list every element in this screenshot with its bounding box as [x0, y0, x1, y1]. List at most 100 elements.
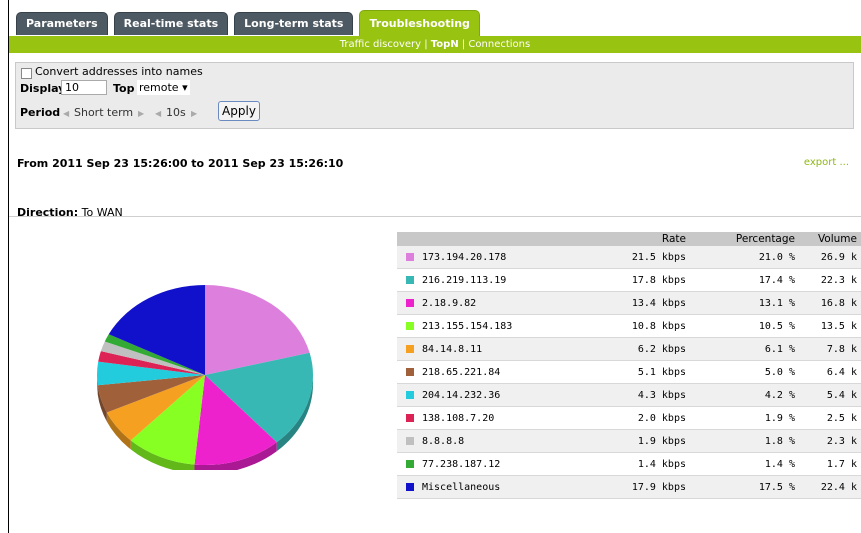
legend-swatch [406, 367, 414, 376]
row-address: 138.108.7.20 [422, 412, 495, 424]
top-label: Top [113, 82, 135, 95]
row-address-cell: Miscellaneous [397, 475, 591, 499]
table-row: Miscellaneous 17.9 kbps 17.5 % 22.4 k [397, 475, 861, 499]
row-address: 216.219.113.19 [422, 274, 507, 286]
table-row: 216.219.113.19 17.8 kbps 17.4 % 22.3 k [397, 268, 861, 292]
direction-label: Direction: [17, 206, 79, 219]
row-rate: 17.8 kbps [591, 268, 690, 292]
legend-swatch [406, 413, 414, 422]
subnav-separator: | [458, 39, 469, 50]
display-count-input[interactable]: 10 [61, 80, 107, 95]
row-pct: 4.2 % [690, 383, 799, 407]
col-header-address [397, 232, 591, 246]
convert-names-label: Convert addresses into names [35, 65, 203, 78]
row-rate: 13.4 kbps [591, 291, 690, 315]
row-address-cell: 77.238.187.12 [397, 452, 591, 476]
period-label: Period [20, 106, 61, 119]
row-pct: 10.5 % [690, 314, 799, 338]
row-address-cell: 204.14.232.36 [397, 383, 591, 407]
row-volume: 22.3 k [799, 268, 861, 292]
row-volume: 2.3 k [799, 429, 861, 453]
legend-swatch [406, 298, 414, 307]
row-pct: 21.0 % [690, 246, 799, 269]
subnav-bar: Traffic discovery | TopN | Connections [9, 36, 861, 53]
direction-info: Direction: To WAN [17, 206, 123, 219]
row-rate: 1.9 kbps [591, 429, 690, 453]
traffic-pie-chart [97, 285, 313, 470]
tab-parameters[interactable]: Parameters [16, 12, 108, 35]
row-volume: 26.9 k [799, 246, 861, 269]
row-address-cell: 2.18.9.82 [397, 291, 591, 315]
subnav-traffic-discovery[interactable]: Traffic discovery [340, 39, 421, 50]
row-rate: 5.1 kbps [591, 360, 690, 384]
row-address-cell: 138.108.7.20 [397, 406, 591, 430]
tab-troubleshooting[interactable]: Troubleshooting [359, 10, 480, 36]
row-pct: 17.5 % [690, 475, 799, 499]
period-value: Short term [74, 106, 134, 119]
row-rate: 17.9 kbps [591, 475, 690, 499]
export-link[interactable]: export ... [804, 157, 849, 168]
direction-value: To WAN [78, 206, 123, 219]
col-header-volume: Volume [799, 232, 861, 246]
row-address: 84.14.8.11 [422, 343, 483, 355]
row-rate: 1.4 kbps [591, 452, 690, 476]
tab-realtime-stats[interactable]: Real-time stats [113, 12, 229, 35]
row-rate: 4.3 kbps [591, 383, 690, 407]
legend-swatch [406, 321, 414, 330]
row-volume: 7.8 k [799, 337, 861, 361]
row-volume: 13.5 k [799, 314, 861, 338]
row-address-cell: 216.219.113.19 [397, 268, 591, 292]
convert-names-checkbox[interactable] [21, 68, 32, 79]
tab-longterm-stats[interactable]: Long-term stats [234, 12, 354, 35]
row-address: 204.14.232.36 [422, 389, 501, 401]
row-address: 8.8.8.8 [422, 435, 465, 447]
interval-prev-icon[interactable]: ◀ [155, 106, 161, 119]
table-row: 77.238.187.12 1.4 kbps 1.4 % 1.7 k [397, 452, 861, 476]
top-select[interactable]: remote ▾ [137, 80, 190, 95]
col-header-percentage: Percentage [690, 232, 799, 246]
table-row: 218.65.221.84 5.1 kbps 5.0 % 6.4 k [397, 360, 861, 384]
subnav-topn[interactable]: TopN [431, 39, 459, 50]
main-tabs: Parameters Real-time stats Long-term sta… [16, 10, 480, 36]
legend-swatch [406, 459, 414, 468]
subnav-connections[interactable]: Connections [468, 39, 530, 50]
row-address-cell: 173.194.20.178 [397, 246, 591, 269]
left-border [8, 0, 9, 533]
row-pct: 17.4 % [690, 268, 799, 292]
row-volume: 22.4 k [799, 475, 861, 499]
row-address: 213.155.154.183 [422, 320, 513, 332]
period-prev-icon[interactable]: ◀ [63, 106, 69, 119]
row-volume: 16.8 k [799, 291, 861, 315]
row-volume: 2.5 k [799, 406, 861, 430]
options-panel: Convert addresses into names Display 10 … [15, 62, 854, 129]
row-rate: 21.5 kbps [591, 246, 690, 269]
display-label: Display [20, 82, 66, 95]
row-rate: 10.8 kbps [591, 314, 690, 338]
row-address: 2.18.9.82 [422, 297, 477, 309]
legend-swatch [406, 436, 414, 445]
row-address-cell: 213.155.154.183 [397, 314, 591, 338]
row-volume: 5.4 k [799, 383, 861, 407]
topn-table: Rate Percentage Volume 173.194.20.178 21.… [397, 232, 861, 499]
col-header-rate: Rate [591, 232, 690, 246]
row-volume: 6.4 k [799, 360, 861, 384]
interval-next-icon[interactable]: ▶ [191, 106, 197, 119]
subnav-separator: | [421, 39, 431, 50]
table-row: 173.194.20.178 21.5 kbps 21.0 % 26.9 k [397, 246, 861, 269]
legend-swatch [406, 252, 414, 261]
table-row: 8.8.8.8 1.9 kbps 1.8 % 2.3 k [397, 429, 861, 453]
table-row: 138.108.7.20 2.0 kbps 1.9 % 2.5 k [397, 406, 861, 430]
row-address-cell: 218.65.221.84 [397, 360, 591, 384]
row-pct: 1.4 % [690, 452, 799, 476]
apply-button[interactable]: Apply [218, 101, 260, 121]
row-pct: 1.8 % [690, 429, 799, 453]
row-address-cell: 8.8.8.8 [397, 429, 591, 453]
table-row: 213.155.154.183 10.8 kbps 10.5 % 13.5 k [397, 314, 861, 338]
time-range-title: From 2011 Sep 23 15:26:00 to 2011 Sep 23… [17, 157, 344, 170]
period-next-icon[interactable]: ▶ [138, 106, 144, 119]
table-row: 2.18.9.82 13.4 kbps 13.1 % 16.8 k [397, 291, 861, 315]
row-volume: 1.7 k [799, 452, 861, 476]
row-rate: 6.2 kbps [591, 337, 690, 361]
legend-swatch [406, 390, 414, 399]
interval-value: 10s [166, 106, 186, 119]
